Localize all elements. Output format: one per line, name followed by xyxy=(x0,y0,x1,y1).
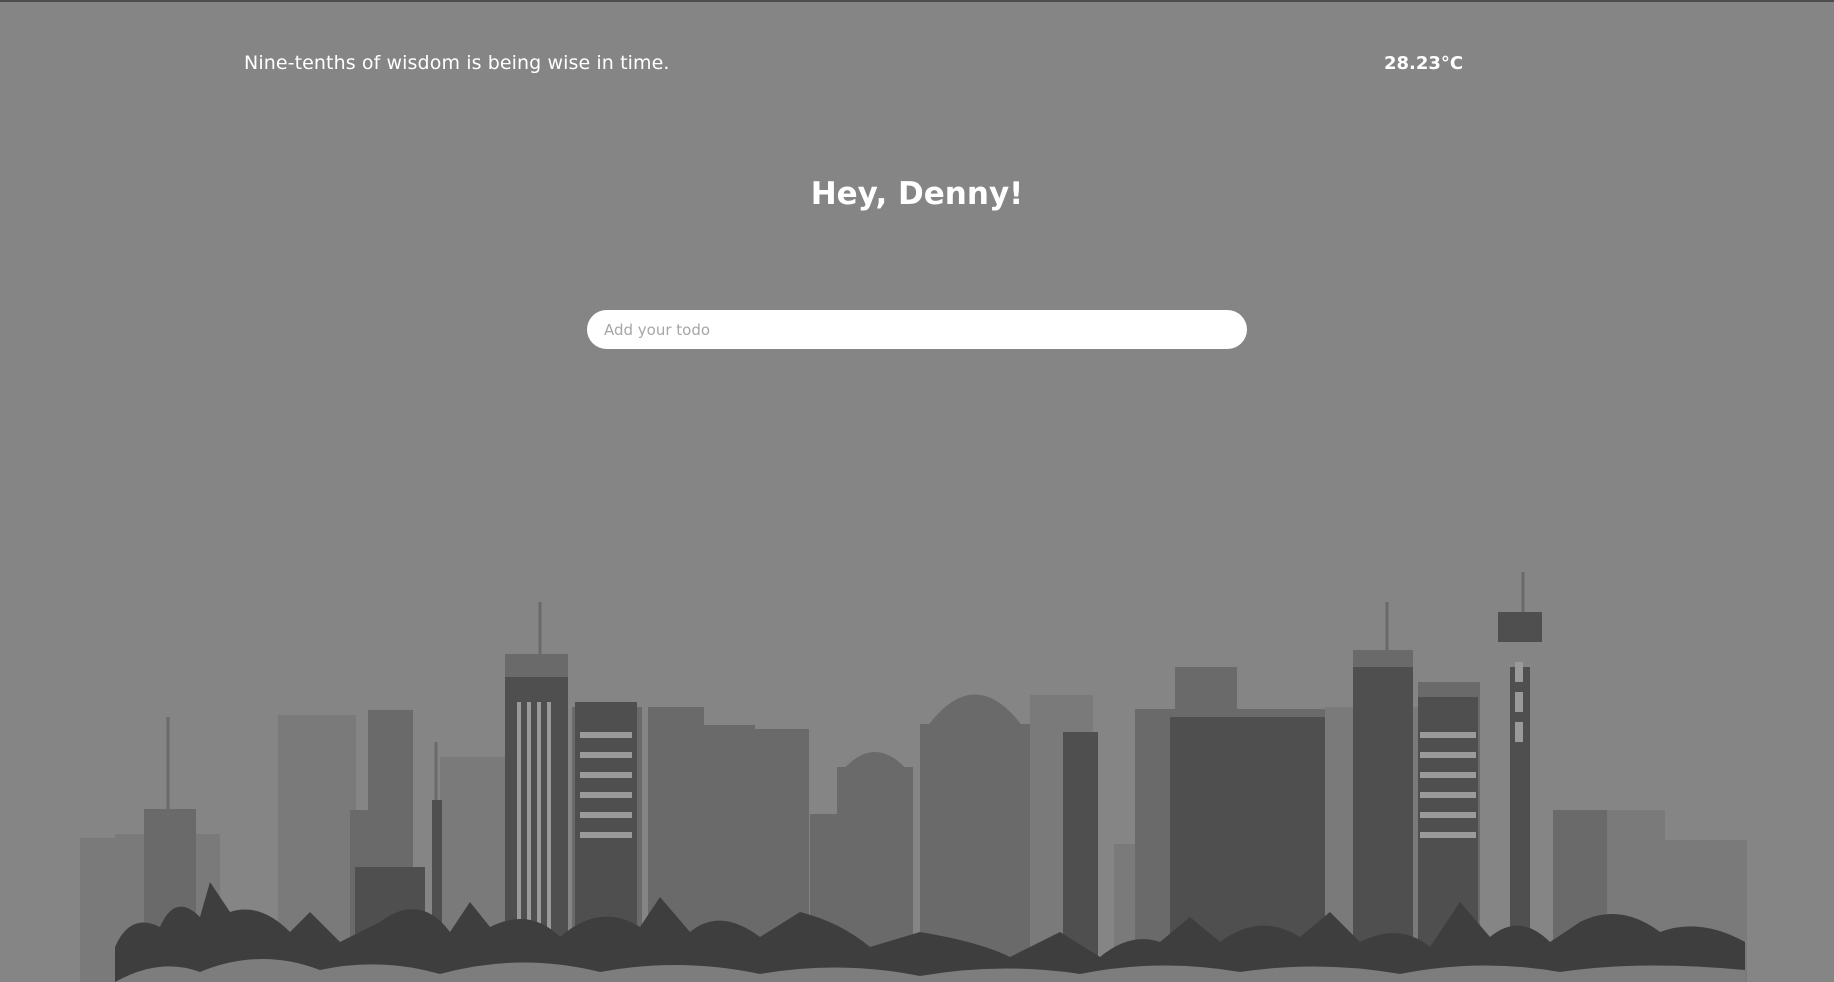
daily-quote: Nine-tenths of wisdom is being wise in t… xyxy=(244,52,670,74)
city-skyline-illustration xyxy=(80,572,1747,982)
temperature-readout: 28.23°C xyxy=(1384,53,1464,74)
todo-input[interactable] xyxy=(587,310,1247,349)
greeting-heading: Hey, Denny! xyxy=(810,176,1024,212)
new-tab-dashboard: Nine-tenths of wisdom is being wise in t… xyxy=(0,0,1834,982)
